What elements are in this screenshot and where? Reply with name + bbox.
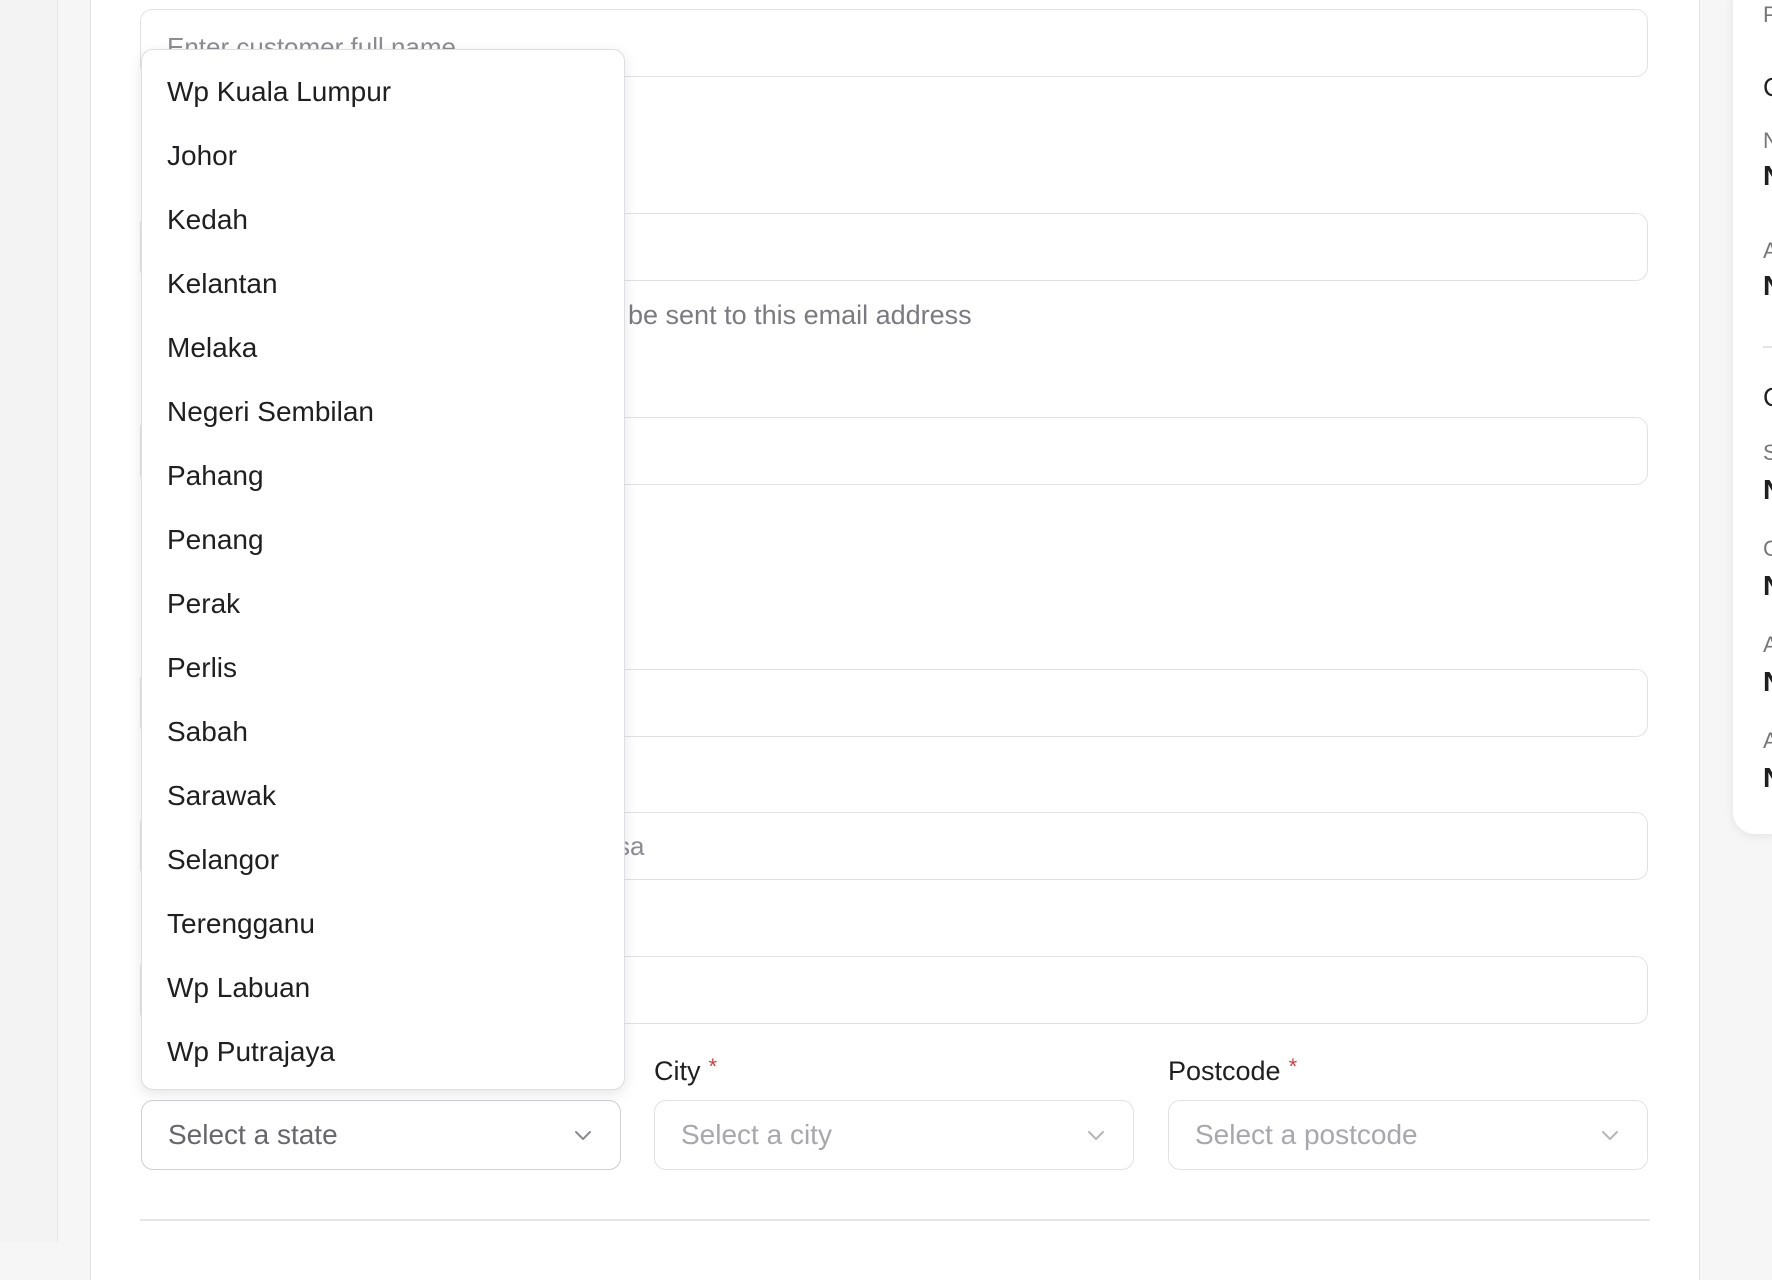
summary-value: N [1763,570,1772,602]
left-sidebar-edge [0,0,58,1242]
summary-text: A [1763,728,1772,753]
postcode-label-text: Postcode [1168,1056,1281,1086]
summary-text: S [1763,440,1772,465]
summary-value: N [1763,666,1772,698]
state-option[interactable]: Kelantan [142,252,624,316]
state-option[interactable]: Wp Kuala Lumpur [142,60,624,124]
state-option[interactable]: Wp Putrajaya [142,1020,624,1084]
summary-text: C [1763,382,1772,413]
state-option[interactable]: Sabah [142,700,624,764]
summary-value: N [1763,270,1772,302]
city-select[interactable]: Select a city [654,1100,1134,1170]
summary-text: A [1763,632,1772,657]
state-option[interactable]: Sarawak [142,764,624,828]
city-label-text: City [654,1056,701,1086]
summary-value: N [1763,474,1772,506]
chevron-down-icon [1602,1131,1618,1140]
summary-divider [1763,346,1772,348]
summary-value: N [1763,762,1772,794]
required-marker: * [1288,1054,1298,1079]
state-option[interactable]: Perak [142,572,624,636]
state-select[interactable]: Select a state [141,1100,621,1170]
postcode-select[interactable]: Select a postcode [1168,1100,1648,1170]
summary-text: N [1763,128,1772,153]
state-option[interactable]: Selangor [142,828,624,892]
summary-text: A [1763,238,1772,263]
state-option[interactable]: Johor [142,124,624,188]
state-option[interactable]: Kedah [142,188,624,252]
state-option[interactable]: Negeri Sembilan [142,380,624,444]
state-dropdown-list: Wp Kuala Lumpur Johor Kedah Kelantan Mel… [141,49,625,1090]
state-option[interactable]: Perlis [142,636,624,700]
required-marker: * [708,1054,718,1079]
state-option[interactable]: Terengganu [142,892,624,956]
summary-text: P [1763,2,1772,27]
state-option[interactable]: Melaka [142,316,624,380]
section-divider [140,1219,1650,1221]
order-summary-panel: P C N N A N C S N C N A N A N [1733,0,1772,834]
state-option[interactable]: Wp Labuan [142,956,624,1020]
postcode-select-placeholder: Select a postcode [1195,1119,1418,1150]
summary-text: C [1763,72,1772,103]
chevron-down-icon [1088,1131,1104,1140]
city-label: City * [654,1054,717,1087]
state-option[interactable]: Penang [142,508,624,572]
email-helper-text: be sent to this email address [628,300,972,330]
chevron-down-icon [575,1131,591,1140]
summary-text: C [1763,536,1772,561]
state-select-placeholder: Select a state [168,1119,338,1150]
summary-value: N [1763,160,1772,192]
city-select-placeholder: Select a city [681,1119,832,1150]
postcode-label: Postcode * [1168,1054,1297,1087]
state-option[interactable]: Pahang [142,444,624,508]
